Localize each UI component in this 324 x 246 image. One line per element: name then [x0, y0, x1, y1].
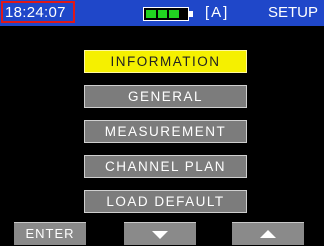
- menu-item-measurement[interactable]: MEASUREMENT: [84, 120, 247, 143]
- setup-menu: INFORMATION GENERAL MEASUREMENT CHANNEL …: [84, 50, 247, 225]
- menu-item-information[interactable]: INFORMATION: [84, 50, 247, 73]
- status-bar: 18:24:07 [A] SETUP: [0, 0, 324, 26]
- setup-screen: 18:24:07 [A] SETUP INFORMATION GENERAL M…: [0, 0, 324, 245]
- down-arrow-icon: [152, 231, 168, 239]
- enter-button[interactable]: ENTER: [14, 222, 86, 245]
- up-arrow-icon: [260, 230, 276, 238]
- up-button[interactable]: [232, 222, 304, 245]
- menu-item-load-default[interactable]: LOAD DEFAULT: [84, 190, 247, 213]
- softkey-bar: ENTER: [0, 222, 324, 245]
- clock: 18:24:07: [1, 1, 75, 23]
- battery-level: [146, 10, 180, 18]
- mode-indicator: [A]: [205, 4, 230, 21]
- battery-icon: [143, 7, 193, 21]
- menu-item-general[interactable]: GENERAL: [84, 85, 247, 108]
- menu-item-channel-plan[interactable]: CHANNEL PLAN: [84, 155, 247, 178]
- page-title: SETUP: [267, 4, 318, 21]
- down-button[interactable]: [124, 222, 196, 245]
